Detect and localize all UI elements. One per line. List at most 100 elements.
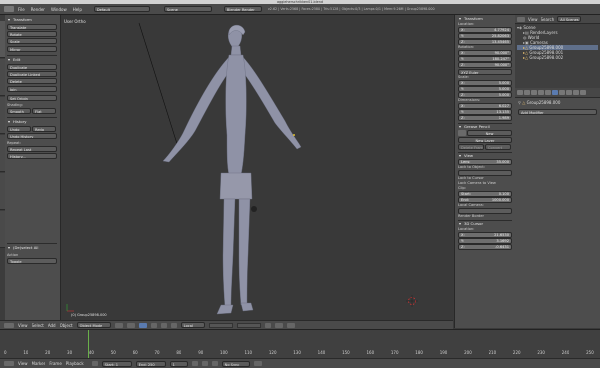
- camera-line: [138, 22, 179, 148]
- display-mode-select[interactable]: All Scenes: [557, 16, 582, 22]
- translate-button[interactable]: Translate: [7, 24, 57, 30]
- cursor-z-field[interactable]: Z: -0.6431: [458, 244, 512, 250]
- pivot-icon[interactable]: [126, 322, 135, 328]
- breadcrumb-object[interactable]: Group25898.000: [527, 100, 561, 105]
- repeat-last-button[interactable]: Repeat Last: [7, 146, 57, 152]
- dimensions-z-field[interactable]: Z: 1.989: [458, 115, 512, 121]
- add-modifier-button[interactable]: Add Modifier: [518, 109, 597, 115]
- snap-icon[interactable]: [274, 322, 283, 328]
- lock-icon[interactable]: [264, 322, 271, 328]
- outliner-item-group-2[interactable]: ▸△ Group25898.002: [517, 55, 598, 60]
- frame-tick: 150: [342, 350, 350, 355]
- menu-add[interactable]: Add: [48, 323, 56, 328]
- data-tab-icon[interactable]: [559, 90, 565, 95]
- tab-tools[interactable]: [0, 59, 5, 96]
- scale-manip-icon[interactable]: [170, 322, 177, 328]
- tab-animation[interactable]: [0, 135, 5, 172]
- grease-new-button[interactable]: New: [467, 130, 512, 136]
- redo-button[interactable]: Redo: [32, 126, 56, 132]
- duplicate-button[interactable]: Duplicate: [7, 64, 57, 70]
- operator-panel-header[interactable]: (De)select All: [7, 245, 57, 251]
- world-tab-icon[interactable]: [531, 90, 537, 95]
- cursor-header[interactable]: 3D Cursor: [458, 221, 512, 227]
- set-origin-button[interactable]: Set Origin: [7, 95, 57, 101]
- physics-tab-icon[interactable]: [580, 90, 586, 95]
- delete-frame-button[interactable]: Delete Frame: [458, 144, 484, 150]
- tab-object[interactable]: [0, 21, 5, 58]
- outliner-view-menu[interactable]: View: [528, 17, 538, 22]
- render-engine-select[interactable]: Blender Render: [223, 6, 262, 12]
- layers-icon[interactable]: [236, 322, 261, 328]
- timeline-menu-marker[interactable]: Marker: [32, 361, 46, 366]
- modifiers-tab-icon[interactable]: [552, 90, 558, 95]
- viewport-3d[interactable]: User Ortho (0) Group25898.000: [61, 15, 453, 320]
- outliner-search-menu[interactable]: Search: [541, 17, 555, 22]
- menu-file[interactable]: File: [18, 7, 25, 12]
- convert-button[interactable]: Convert: [485, 144, 511, 150]
- scale-button[interactable]: Scale: [7, 38, 57, 44]
- rotation-z-field[interactable]: Z: 90.000°: [458, 62, 512, 68]
- jump-end-icon[interactable]: [211, 361, 218, 366]
- constraints-tab-icon[interactable]: [545, 90, 551, 95]
- grease-pencil-header[interactable]: Grease Pencil: [458, 124, 512, 130]
- delete-button[interactable]: Delete: [7, 78, 57, 84]
- render-border-checkbox[interactable]: Render Border: [458, 214, 512, 219]
- texture-tab-icon[interactable]: [573, 90, 579, 95]
- join-button[interactable]: Join: [7, 86, 57, 92]
- tab-physics[interactable]: [0, 97, 5, 134]
- menu-view[interactable]: View: [18, 323, 28, 328]
- scene-tab-icon[interactable]: [524, 90, 530, 95]
- editor-type-icon[interactable]: [517, 16, 525, 22]
- scene-canvas[interactable]: [61, 15, 453, 320]
- flat-button[interactable]: Flat: [32, 108, 56, 114]
- rotate-manip-icon[interactable]: [160, 322, 167, 328]
- tab-grease-pencil[interactable]: [0, 211, 5, 248]
- record-icon[interactable]: [91, 361, 98, 366]
- timeline-menu-playback[interactable]: Playback: [66, 361, 84, 366]
- undo-button[interactable]: Undo: [7, 126, 31, 132]
- layout-select[interactable]: Default: [93, 6, 150, 12]
- undo-history-button[interactable]: Undo History: [7, 133, 57, 139]
- render-tab-icon[interactable]: [517, 90, 523, 95]
- jump-start-icon[interactable]: [191, 361, 198, 366]
- play-icon[interactable]: [201, 361, 208, 366]
- duplicate-linked-button[interactable]: Duplicate Linked: [7, 71, 57, 77]
- menu-window[interactable]: Window: [51, 7, 67, 12]
- menu-render[interactable]: Render: [31, 7, 45, 12]
- timeline-menu-frame[interactable]: Frame: [49, 361, 61, 366]
- transform-orientation-select[interactable]: Local: [180, 322, 205, 328]
- rotate-button[interactable]: Rotate: [7, 31, 57, 37]
- editor-type-icon[interactable]: [4, 322, 14, 328]
- layers-icon[interactable]: [208, 322, 233, 328]
- editor-type-icon[interactable]: [4, 361, 14, 366]
- history-panel-header[interactable]: History: [7, 119, 57, 125]
- mode-select[interactable]: Object Mode: [76, 322, 111, 328]
- figure-mesh[interactable]: [162, 24, 302, 315]
- object-tab-icon[interactable]: [538, 90, 544, 95]
- render-icon[interactable]: [286, 322, 295, 328]
- new-layer-button[interactable]: New Layer: [458, 137, 512, 143]
- manipulator-icon[interactable]: [138, 322, 147, 328]
- menu-help[interactable]: Help: [73, 7, 82, 12]
- mirror-button[interactable]: Mirror: [7, 46, 57, 52]
- scene-select[interactable]: Scene: [163, 6, 212, 12]
- timeline-menu-view[interactable]: View: [18, 361, 28, 366]
- translate-manip-icon[interactable]: [150, 322, 157, 328]
- 3d-cursor-icon[interactable]: [406, 295, 418, 307]
- tab-relations[interactable]: [0, 173, 5, 210]
- transform-header[interactable]: Transform: [458, 16, 512, 22]
- transform-panel-header[interactable]: Transform: [7, 17, 57, 23]
- blender-menu-icon[interactable]: [4, 6, 14, 12]
- smooth-button[interactable]: Smooth: [7, 108, 31, 114]
- repeat-history-button[interactable]: History...: [7, 153, 57, 159]
- action-select[interactable]: Toggle: [7, 258, 57, 264]
- menu-select[interactable]: Select: [32, 323, 44, 328]
- view-header[interactable]: View: [458, 153, 512, 159]
- edit-panel-header[interactable]: Edit: [7, 57, 57, 63]
- keying-icon[interactable]: [253, 361, 262, 366]
- material-tab-icon[interactable]: [566, 90, 572, 95]
- timeline-area[interactable]: 0 10 20 30 40 50 60 70 80 90 100 110 120…: [0, 330, 600, 358]
- menu-object[interactable]: Object: [60, 323, 73, 328]
- shading-icon[interactable]: [114, 322, 123, 328]
- pencil-icon[interactable]: [458, 130, 466, 136]
